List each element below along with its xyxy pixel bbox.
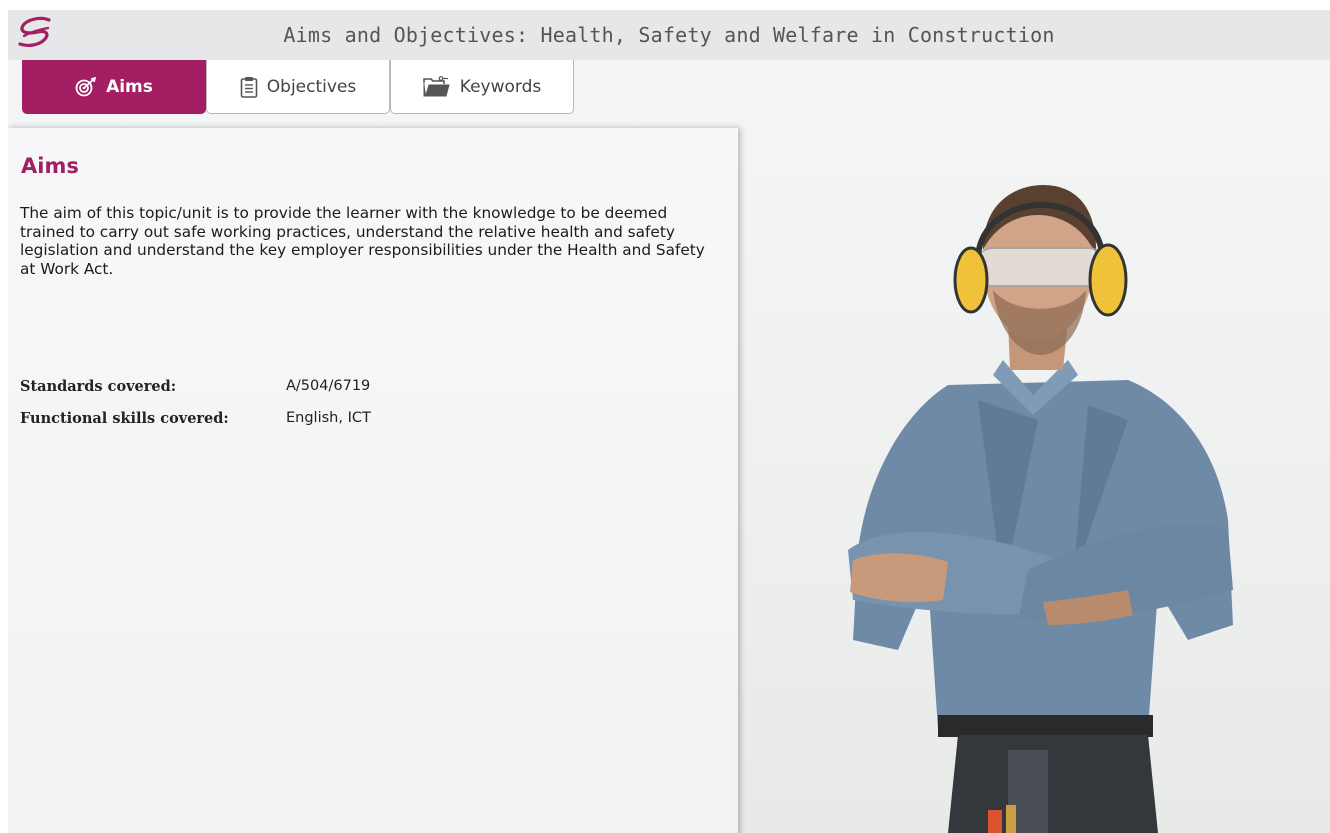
content-panel: Aims The aim of this topic/unit is to pr… [8,128,738,833]
tab-keywords-label: Keywords [459,76,542,97]
folder-key-icon [422,75,451,98]
tab-objectives-label: Objectives [266,76,357,97]
target-icon [75,76,97,97]
tab-aims[interactable]: Aims [22,60,206,114]
section-heading: Aims [21,154,79,178]
clipboard-icon [240,76,258,98]
worker-photo [828,170,1248,833]
functional-skills-value: English, ICT [286,410,371,426]
aims-description: The aim of this topic/unit is to provide… [20,204,705,278]
app-window: Aims and Objectives: Health, Safety and … [8,10,1330,833]
title-bar: Aims and Objectives: Health, Safety and … [8,10,1330,60]
functional-skills-label: Functional skills covered: [20,410,229,427]
page-title: Aims and Objectives: Health, Safety and … [283,23,1055,47]
standards-value: A/504/6719 [286,378,371,394]
standards-label: Standards covered: [20,378,177,395]
tab-keywords[interactable]: Keywords [390,60,574,114]
tab-aims-label: Aims [106,76,153,97]
tab-objectives[interactable]: Objectives [206,60,390,114]
